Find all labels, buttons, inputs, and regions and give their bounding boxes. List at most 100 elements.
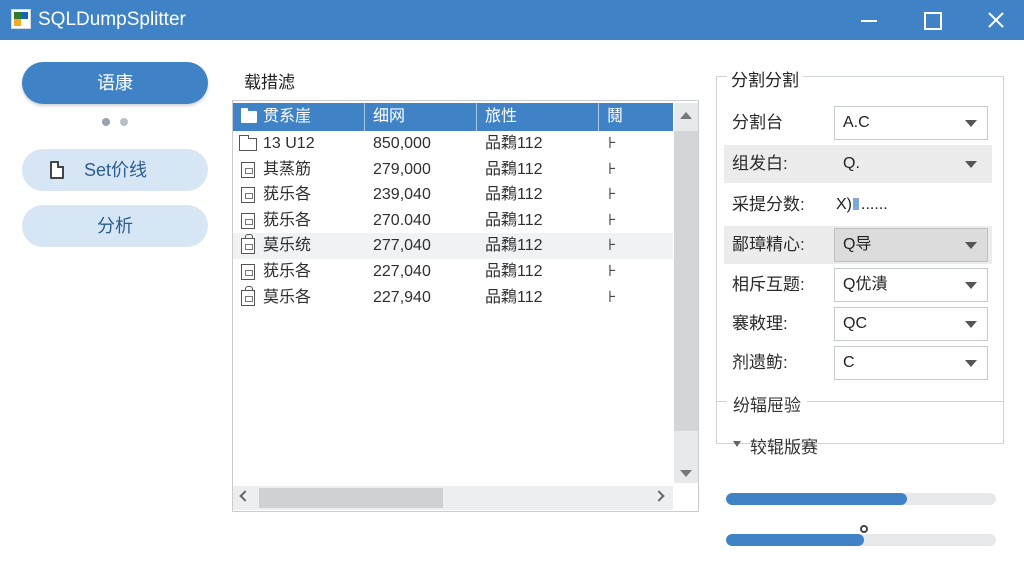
vertical-scroll-thumb[interactable] <box>674 131 698 431</box>
app-logo-icon <box>11 9 31 29</box>
folder-icon <box>241 108 257 123</box>
horizontal-scrollbar[interactable] <box>233 486 673 510</box>
sidebar-item-set[interactable]: Set价线 <box>22 149 208 191</box>
cell-name: 莸乐各 <box>263 186 312 204</box>
cell-name: 莸乐各 <box>263 263 312 280</box>
cell-type: 品鶔112 <box>485 288 543 306</box>
column-header-name[interactable]: 贯系崖 <box>233 103 365 131</box>
cell-name: 莫乐各 <box>263 288 312 306</box>
field-row: 褰敕理: QC <box>724 305 992 343</box>
progress-fill <box>726 534 864 546</box>
horizontal-scroll-thumb[interactable] <box>259 488 443 508</box>
cell-type: 品鶔112 <box>485 263 543 280</box>
subsection-title: 纷辐屉验 <box>727 391 807 416</box>
cell-extra: ⊦ <box>608 288 617 306</box>
output-select[interactable]: C <box>834 346 988 380</box>
title-bar: SQLDumpSplitter <box>0 0 1024 40</box>
cell-size: 227,940 <box>373 288 431 306</box>
column-header-type[interactable]: 旅性 <box>477 103 599 131</box>
expander-label: 较辊版赛 <box>750 438 818 457</box>
count-value[interactable]: X)...... <box>836 186 888 224</box>
chevron-down-icon <box>965 120 977 127</box>
pager-dot[interactable] <box>120 118 128 126</box>
file-icon <box>241 212 255 229</box>
field-label: 采提分数: <box>732 195 805 214</box>
chevron-down-icon <box>965 242 977 249</box>
field-row: 相斥互题: Q优潰 <box>724 266 992 304</box>
expand-triangle-icon <box>733 441 741 447</box>
table-row[interactable]: 莸乐各 227,040 品鶔112 ⊦ <box>233 259 673 285</box>
cell-extra: ⊦ <box>608 237 617 255</box>
file-table: 贯系崖 细网 旅性 鬩 13 U12 850,000 品鶔112 ⊦ 其蒸筋 279,00… <box>232 100 699 512</box>
group-select[interactable]: Q. <box>834 147 988 181</box>
progress-bar-1 <box>726 493 996 505</box>
scroll-left-arrow-icon[interactable] <box>239 490 251 502</box>
cell-size: 279,000 <box>373 160 431 178</box>
cell-type: 品鶔112 <box>485 135 543 152</box>
chevron-down-icon <box>965 161 977 168</box>
cell-extra: ⊦ <box>608 160 617 178</box>
cell-extra: ⊦ <box>608 186 617 204</box>
cell-type: 品鶔112 <box>485 186 543 204</box>
sidebar-primary-button[interactable]: 语康 <box>22 62 208 104</box>
vertical-scrollbar[interactable] <box>674 103 698 483</box>
table-header: 贯系崖 细网 旅性 鬩 <box>233 103 673 131</box>
mutual-select[interactable]: Q优潰 <box>834 268 988 302</box>
progress-fill <box>726 493 907 505</box>
file-icon <box>241 264 255 280</box>
scroll-right-arrow-icon[interactable] <box>653 490 665 502</box>
cell-size: 227,040 <box>373 263 431 280</box>
field-row: 鄙璋精心: Q导 <box>724 226 992 264</box>
file-list-title: 载措滤 <box>244 73 295 92</box>
sidebar-item-label: Set价线 <box>84 160 148 180</box>
close-button[interactable] <box>972 0 1018 40</box>
cell-type: 品鶔112 <box>485 237 543 255</box>
field-row: 剂遗鲂: C <box>724 344 992 382</box>
cursor-icon <box>853 198 859 210</box>
cell-name: 莫乐统 <box>263 237 312 255</box>
field-label: 褰敕理: <box>732 314 788 333</box>
cell-type: 品鶔112 <box>485 211 543 229</box>
field-label: 鄙璋精心: <box>732 235 805 254</box>
table-row[interactable]: 莫乐统 277,040 品鶔112 ⊦ <box>233 233 673 260</box>
field-label: 剂遗鲂: <box>732 353 788 372</box>
scroll-up-arrow-icon[interactable] <box>680 112 692 119</box>
chevron-down-icon <box>965 321 977 328</box>
cell-size: 239,040 <box>373 186 431 204</box>
pager-dot-active[interactable] <box>102 118 110 126</box>
sidebar-item-analyze[interactable]: 分析 <box>22 205 208 247</box>
split-select[interactable]: A.C <box>834 106 988 140</box>
column-header-extra[interactable]: 鬩 <box>599 103 673 131</box>
cell-size: 277,040 <box>373 237 431 255</box>
table-row[interactable]: 莫乐各 227,940 品鶔112 ⊦ <box>233 285 673 311</box>
folder-icon <box>238 135 257 151</box>
cell-extra: ⊦ <box>608 211 617 229</box>
table-row[interactable]: 其蒸筋 279,000 品鶔112 ⊦ <box>233 157 673 183</box>
column-header-size[interactable]: 细网 <box>365 103 477 131</box>
lock-icon <box>241 234 255 255</box>
table-row[interactable]: 莸乐各 270.040 品鶔112 ⊦ <box>233 208 673 234</box>
table-row[interactable]: 13 U12 850,000 品鶔112 ⊦ <box>233 131 673 157</box>
chevron-down-icon <box>965 360 977 367</box>
progress-marker-icon <box>860 525 868 533</box>
field-label: 组发白: <box>732 154 788 173</box>
field-label: 相斥互题: <box>732 275 805 294</box>
file-icon <box>241 161 255 178</box>
maximize-button[interactable] <box>908 0 954 40</box>
window-title: SQLDumpSplitter <box>38 9 186 30</box>
settings-group-title: 分割分割 <box>727 66 803 91</box>
cell-size: 850,000 <box>373 135 431 152</box>
lock-icon <box>241 285 255 306</box>
precision-select[interactable]: Q导 <box>834 228 988 262</box>
minimize-button[interactable] <box>845 0 891 40</box>
table-row[interactable]: 莸乐各 239,040 品鶔112 ⊦ <box>233 182 673 208</box>
cell-extra: ⊦ <box>608 135 617 152</box>
cell-name: 莸乐各 <box>263 211 312 229</box>
file-icon <box>241 187 255 204</box>
process-select[interactable]: QC <box>834 307 988 341</box>
field-row: 分割台 A.C <box>724 104 992 142</box>
scroll-down-arrow-icon[interactable] <box>680 470 692 477</box>
field-row: 采提分数: X)...... <box>724 186 992 224</box>
cell-extra: ⊦ <box>608 263 617 280</box>
document-icon <box>50 161 64 179</box>
